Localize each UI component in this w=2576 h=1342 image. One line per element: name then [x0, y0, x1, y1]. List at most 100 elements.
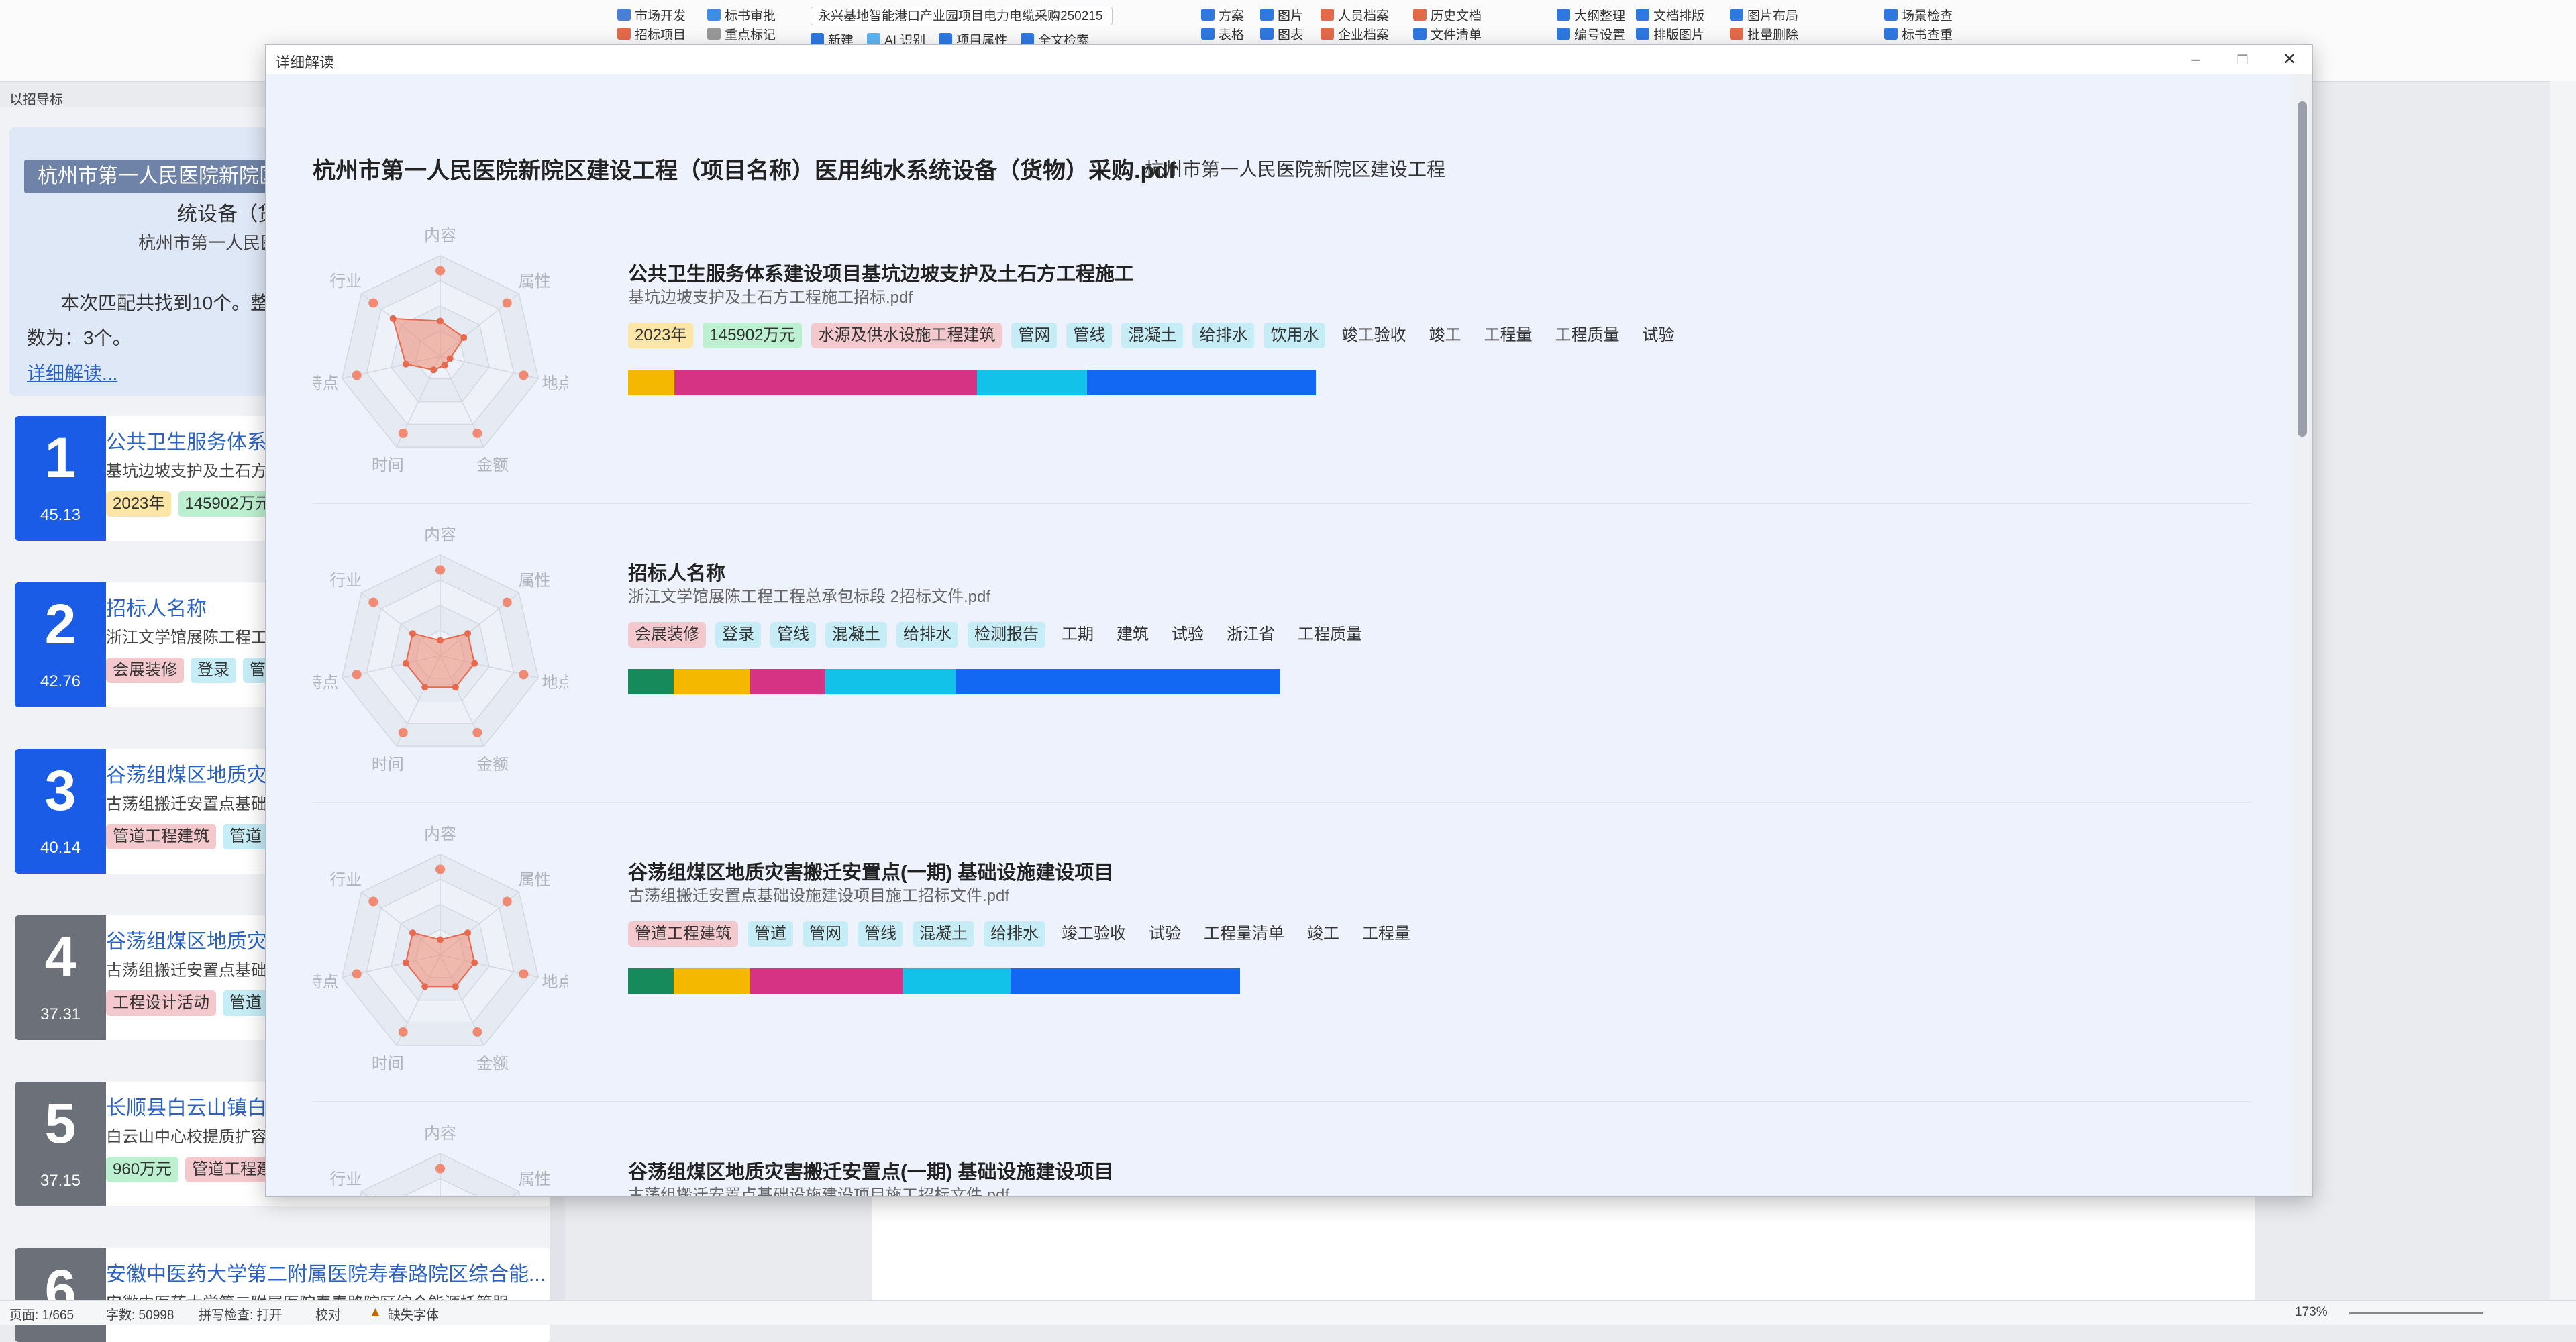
project-select[interactable]: 永兴基地智能港口产业园项目电力电缆采购250215 [811, 7, 1113, 25]
radar-point [435, 1164, 445, 1174]
result-title[interactable]: 公共卫生服务体系建 [106, 425, 287, 455]
zoom-slider[interactable] [2349, 1312, 2483, 1314]
keyword-tag: 管道 [223, 824, 268, 849]
radar-value-point [409, 929, 416, 936]
radar-axis-label: 特点 [313, 374, 339, 393]
image-button[interactable]: 图片 [1260, 5, 1303, 24]
match-file[interactable]: 浙江文学馆展陈工程工程总承包标段 2招标文件.pdf [628, 583, 990, 607]
radar-axis-label: 内容 [424, 825, 456, 843]
zoom-level[interactable]: 173% [2295, 1305, 2328, 1320]
match-file[interactable]: 基坑边坡支护及土石方工程施工招标.pdf [628, 284, 913, 307]
maximize-icon[interactable]: □ [2229, 48, 2256, 72]
result-desc: 古荡组搬迁安置点基础 [106, 790, 267, 814]
bid-approve-button[interactable]: 标书审批 [707, 5, 776, 24]
rank-number: 4 [15, 925, 106, 989]
image-layout-button[interactable]: 图片布局 [1730, 5, 1798, 24]
radar-value-point [421, 684, 428, 690]
radar-value-point [421, 983, 428, 990]
left-nav-title: 以招导标 [9, 89, 63, 108]
layout-image-button[interactable]: 排版图片 [1636, 24, 1704, 43]
dialog-scrollbar[interactable] [2292, 74, 2312, 1196]
ribbon-group-market: 市场开发 招标项目 [617, 5, 686, 43]
missing-font[interactable]: 缺失字体 [388, 1305, 439, 1323]
result-title[interactable]: 安徽中医药大学第二附属医院寿春路院区综合能... [106, 1257, 546, 1287]
page-indicator[interactable]: 页面: 1/665 [9, 1305, 74, 1323]
result-title[interactable]: 长顺县白云山镇白云 [106, 1091, 287, 1121]
property-icon [939, 33, 952, 45]
result-title[interactable]: 谷荡组煤区地质灾害 [106, 925, 287, 954]
ribbon-group-archive: 人员档案 企业档案 [1321, 5, 1389, 43]
new-icon [811, 33, 824, 45]
outline-button[interactable]: 大纲整理 [1557, 5, 1625, 24]
source-file-title: 杭州市第一人民医院新院区建设工程（项目名称）医用纯水系统设备（货物）采购.pdf [313, 152, 1176, 185]
duplicate-icon [1884, 28, 1898, 40]
radar-point [435, 566, 445, 575]
layout-image-icon [1636, 28, 1649, 40]
delete-icon [1730, 28, 1743, 40]
key-mark-button[interactable]: 重点标记 [707, 24, 776, 43]
bar-segment [1087, 370, 1316, 395]
result-tags: 960万元管道工程建 [106, 1157, 279, 1182]
plan-button[interactable]: 方案 [1201, 5, 1244, 24]
rank-number: 2 [15, 592, 106, 656]
keyword-tag: 工程量清单 [1197, 921, 1291, 947]
keyword-tag: 混凝土 [825, 622, 887, 648]
file-list-button[interactable]: 文件清单 [1413, 24, 1482, 43]
radar-point [519, 969, 528, 978]
dialog-titlebar[interactable]: 详细解读 – □ ✕ [266, 45, 2312, 74]
minimize-icon[interactable]: – [2182, 48, 2209, 72]
close-icon[interactable]: ✕ [2276, 48, 2303, 72]
duplicate-check-button[interactable]: 标书查重 [1884, 24, 1953, 43]
spell-check[interactable]: 拼写检查: 打开 [199, 1305, 282, 1323]
detail-link[interactable]: 详细解读... [27, 359, 117, 386]
scene-check-button[interactable]: 场景检查 [1884, 5, 1953, 24]
status-bar: 页面: 1/665 字数: 50998 拼写检查: 打开 校对 ▲ 缺失字体 1… [0, 1300, 2576, 1325]
numbering-icon [1557, 28, 1570, 40]
result-card[interactable]: 6安徽中医药大学第二附属医院寿春路院区综合能...安徽中医药大学第二附属医院寿春… [15, 1248, 550, 1342]
chart-button[interactable]: 图表 [1260, 24, 1303, 43]
match-title[interactable]: 招标人名称 [628, 558, 725, 586]
right-scrollbar[interactable] [2550, 81, 2576, 1302]
keyword-tags: 管道工程建筑管道管网管线混凝土给排水竣工验收试验工程量清单竣工工程量 [628, 921, 1417, 947]
match-score: 37.31 [15, 1005, 106, 1024]
radar-axis-label: 行业 [329, 272, 362, 291]
history-doc-button[interactable]: 历史文档 [1413, 5, 1482, 24]
warning-icon: ▲ [369, 1305, 382, 1320]
radar-point [352, 370, 362, 380]
batch-delete-button[interactable]: 批量删除 [1730, 24, 1798, 43]
numbering-button[interactable]: 编号设置 [1557, 24, 1625, 43]
match-title[interactable]: 谷荡组煤区地质灾害搬迁安置点(一期) 基础设施建设项目 [628, 1156, 1113, 1184]
result-title[interactable]: 谷荡组煤区地质灾害 [106, 758, 287, 788]
market-dev-button[interactable]: 市场开发 [617, 5, 686, 24]
radar-value-point [437, 637, 444, 644]
match-distribution-bar [628, 968, 1240, 994]
bid-project-button[interactable]: 招标项目 [617, 24, 686, 43]
match-file[interactable]: 古荡组搬迁安置点基础设施建设项目施工招标文件.pdf [628, 882, 1009, 906]
match-file[interactable]: 古荡组搬迁安置点基础设施建设项目施工招标文件.pdf [628, 1182, 1009, 1196]
keyword-tag: 试验 [1165, 622, 1210, 648]
radar-axis-label: 时间 [372, 1055, 404, 1073]
keyword-tag: 管道 [223, 990, 268, 1016]
doc-layout-button[interactable]: 文档排版 [1636, 5, 1704, 24]
keyword-tag: 试验 [1635, 323, 1681, 348]
radar-axis-label: 特点 [313, 973, 339, 991]
scroll-thumb[interactable] [2298, 101, 2307, 437]
table-button[interactable]: 表格 [1201, 24, 1244, 43]
radar-point [399, 1027, 408, 1037]
result-desc: 古荡组搬迁安置点基础 [106, 957, 267, 980]
proofread[interactable]: 校对 [315, 1305, 341, 1323]
match-title[interactable]: 谷荡组煤区地质灾害搬迁安置点(一期) 基础设施建设项目 [628, 857, 1113, 885]
rank-badge: 437.31 [15, 915, 106, 1040]
ribbon-group-picture: 图片布局 批量删除 [1730, 5, 1798, 43]
summary-text: 本次匹配共找到10个。整 [60, 289, 269, 315]
radar-value-point [409, 630, 416, 637]
rank-number: 3 [15, 758, 106, 823]
result-title[interactable]: 招标人名称 [106, 592, 207, 621]
keyword-tag: 给排水 [1192, 323, 1254, 348]
radar-point [435, 865, 445, 874]
staff-archive-button[interactable]: 人员档案 [1321, 5, 1389, 24]
word-count[interactable]: 字数: 50998 [106, 1305, 174, 1323]
radar-point [503, 299, 512, 308]
company-archive-button[interactable]: 企业档案 [1321, 24, 1389, 43]
match-title[interactable]: 公共卫生服务体系建设项目基坑边坡支护及土石方工程施工 [628, 258, 1134, 287]
